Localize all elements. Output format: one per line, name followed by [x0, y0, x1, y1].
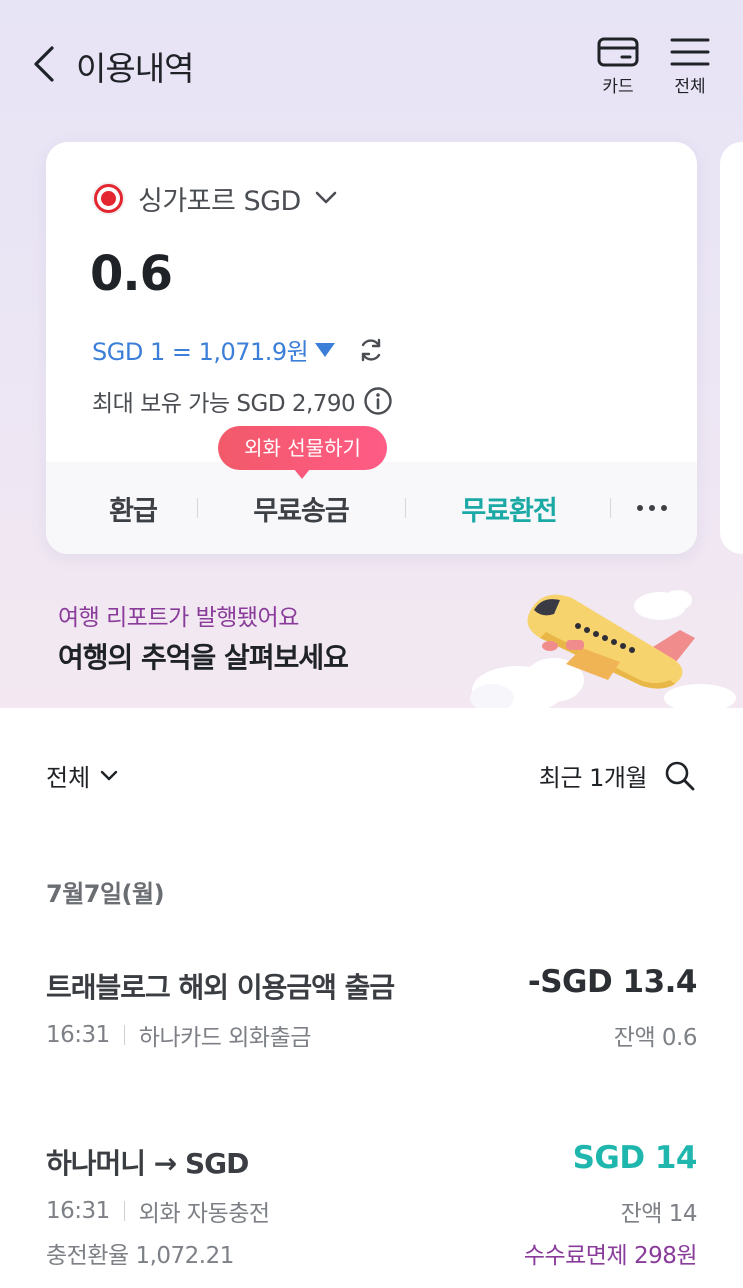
type-filter-dropdown[interactable]: 전체 [46, 758, 120, 793]
charge-rate: 충전환율 1,072.21 [46, 1243, 234, 1269]
chevron-down-icon [315, 191, 337, 204]
divider [197, 498, 198, 518]
period-filter[interactable]: 최근 1개월 [539, 758, 648, 793]
transaction-desc: 하나카드 외화출금 [138, 1025, 312, 1051]
search-icon [665, 761, 695, 791]
transaction-meta: 16:31 외화 자동충전 [46, 1194, 270, 1228]
currency-name: 싱가포르 SGD [138, 185, 301, 217]
menu-button-label: 전체 [674, 77, 706, 97]
transaction-balance: 잔액 0.6 [613, 1025, 698, 1051]
transaction-title: 트래블로그 해외 이용금액 출금 [46, 971, 395, 1004]
triangle-down-icon [315, 342, 336, 357]
divider [405, 498, 406, 518]
free-exchange-button[interactable]: 무료환전 [444, 489, 574, 528]
fee-waived: 수수료면제 298원 [523, 1243, 698, 1269]
singapore-flag-icon [92, 181, 125, 215]
date-header: 7월7일(월) [46, 880, 165, 908]
transaction-meta: 16:31 하나카드 외화출금 [46, 1018, 311, 1052]
travel-report-banner[interactable]: 여행 리포트가 발행됐어요 여행의 추억을 살펴보세요 [0, 580, 743, 708]
balance-amount: 0.6 [90, 246, 173, 302]
top-area: 이용내역 카드 전체 싱가포르 SGD 0.6 SGD 1 = 1,071.9원 [0, 0, 743, 708]
exchange-rate: SGD 1 = 1,071.9원 [92, 338, 309, 366]
back-button[interactable] [30, 44, 60, 84]
menu-button[interactable]: 전체 [660, 36, 720, 100]
max-hold-row: 최대 보유 가능 SGD 2,790 [92, 384, 393, 418]
divider [610, 498, 611, 518]
transaction-amount: -SGD 13.4 [527, 964, 698, 1000]
card-button-label: 카드 [602, 77, 634, 97]
info-icon[interactable] [363, 386, 393, 416]
banner-title: 여행의 추억을 살펴보세요 [58, 641, 349, 674]
exchange-rate-row: SGD 1 = 1,071.9원 [92, 332, 384, 367]
page-title: 이용내역 [76, 49, 194, 88]
currency-selector[interactable]: 싱가포르 SGD [92, 180, 337, 217]
gift-foreign-currency-tooltip[interactable]: 외화 선물하기 [218, 426, 387, 479]
refund-button[interactable]: 환급 [78, 489, 188, 528]
transaction-title: 하나머니 → SGD [46, 1147, 249, 1180]
search-button[interactable] [664, 760, 696, 796]
free-send-button[interactable]: 무료송금 [236, 489, 366, 528]
card-button[interactable]: 카드 [588, 36, 648, 100]
transaction-time: 16:31 [46, 1022, 110, 1048]
more-dots-icon [637, 505, 667, 511]
transaction-amount: SGD 14 [572, 1140, 698, 1176]
transaction-balance: 잔액 14 [620, 1201, 698, 1227]
wallet-card: 싱가포르 SGD 0.6 SGD 1 = 1,071.9원 최대 보유 가능 S… [46, 142, 697, 554]
banner-subtitle: 여행 리포트가 발행됐어요 [58, 605, 299, 631]
transaction-desc: 외화 자동충전 [138, 1201, 270, 1227]
type-filter-label: 전체 [46, 764, 91, 792]
credit-card-icon [597, 37, 639, 67]
divider [123, 1025, 125, 1045]
action-bar: 환급 무료송금 무료환전 [46, 462, 697, 554]
transaction-row[interactable]: 하나머니 → SGD SGD 14 16:31 외화 자동충전 잔액 14 충전… [0, 1136, 743, 1276]
refresh-icon[interactable] [358, 337, 384, 363]
chevron-down-icon [100, 770, 118, 780]
next-card-peek[interactable] [720, 142, 743, 554]
max-hold-text: 최대 보유 가능 SGD 2,790 [92, 391, 356, 417]
more-button[interactable] [620, 488, 684, 532]
airplane-illustration-icon [470, 590, 736, 708]
transaction-row[interactable]: 트래블로그 해외 이용금액 출금 -SGD 13.4 16:31 하나카드 외화… [0, 960, 743, 1060]
hamburger-menu-icon [670, 38, 710, 66]
chevron-left-icon [34, 46, 54, 82]
divider [123, 1201, 125, 1221]
transaction-time: 16:31 [46, 1198, 110, 1224]
